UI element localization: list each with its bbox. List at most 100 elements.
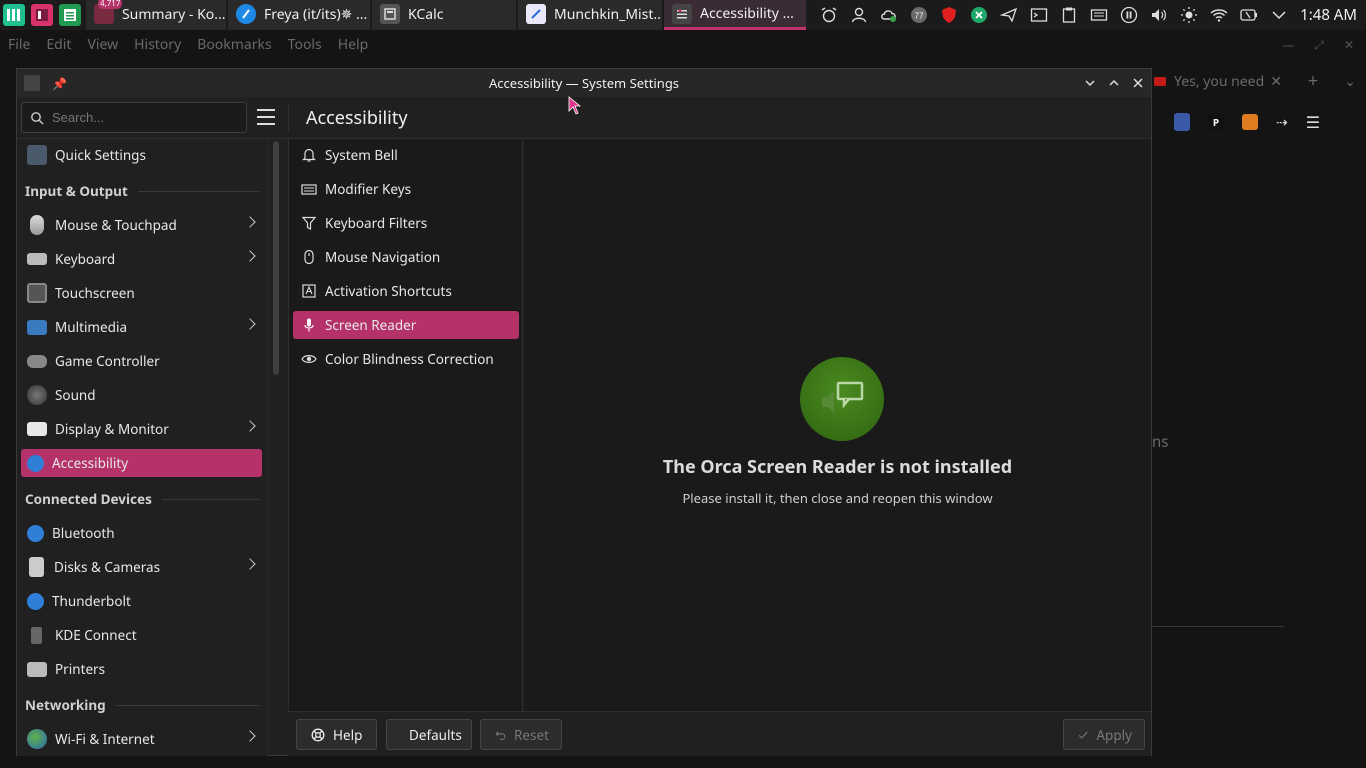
content-area: The Orca Screen Reader is not installed … bbox=[524, 139, 1151, 711]
sidebar-scrollbar[interactable] bbox=[273, 141, 279, 375]
kate-icon[interactable] bbox=[31, 4, 53, 26]
clipboard-icon[interactable] bbox=[1054, 0, 1084, 30]
alarm-icon[interactable] bbox=[814, 0, 844, 30]
sidebar-item-wifi-internet[interactable]: Wi-Fi & Internet bbox=[21, 725, 262, 753]
background-browser-tab[interactable]: Yes, you need ✕ + ⌄ bbox=[1152, 68, 1366, 94]
apply-label: Apply bbox=[1096, 725, 1132, 744]
minimize-icon[interactable] bbox=[1083, 76, 1097, 90]
sidebar-item-bluetooth[interactable]: Bluetooth bbox=[21, 519, 262, 547]
module-system-bell[interactable]: System Bell bbox=[293, 141, 519, 169]
terminal-icon[interactable] bbox=[1024, 0, 1054, 30]
clock[interactable]: 1:48 AM bbox=[1294, 5, 1366, 25]
task-summary[interactable]: 4,717 Summary - Ko... bbox=[86, 0, 226, 30]
sidebar-item-quick-settings[interactable]: Quick Settings bbox=[21, 141, 262, 169]
send-icon[interactable] bbox=[994, 0, 1024, 30]
eye-icon bbox=[301, 355, 317, 363]
spreadsheet-icon[interactable] bbox=[59, 4, 81, 26]
menu-history[interactable]: History bbox=[134, 35, 181, 54]
battery-icon[interactable] bbox=[1234, 0, 1264, 30]
titlebar[interactable]: 📌 Accessibility — System Settings bbox=[17, 69, 1151, 97]
hamburger-menu-icon[interactable]: ☰ bbox=[1306, 111, 1320, 133]
app-indicator-icon[interactable]: 77 bbox=[904, 0, 934, 30]
shield-icon[interactable] bbox=[934, 0, 964, 30]
keyboard-layout-icon[interactable] bbox=[1084, 0, 1114, 30]
module-modifier-keys[interactable]: Modifier Keys bbox=[293, 175, 519, 203]
app-launcher-icon[interactable] bbox=[3, 4, 25, 26]
sidebar-item-disks-cameras[interactable]: Disks & Cameras bbox=[21, 553, 262, 581]
bluetooth-icon bbox=[27, 524, 44, 542]
sidebar-item-printers[interactable]: Printers bbox=[21, 655, 262, 683]
menu-tools[interactable]: Tools bbox=[288, 35, 322, 54]
mail-icon: 4,717 bbox=[94, 0, 123, 24]
disk-icon bbox=[29, 557, 44, 577]
media-pause-icon[interactable] bbox=[1114, 0, 1144, 30]
restore-icon[interactable]: ⤢ bbox=[1314, 36, 1324, 53]
brightness-icon[interactable] bbox=[1174, 0, 1204, 30]
ublock-icon[interactable] bbox=[1174, 113, 1190, 131]
svg-text:77: 77 bbox=[915, 12, 924, 21]
menu-help[interactable]: Help bbox=[338, 35, 369, 54]
menu-file[interactable]: File bbox=[8, 35, 30, 54]
tab-list-icon[interactable]: ⌄ bbox=[1344, 72, 1356, 91]
module-color-blindness-correction[interactable]: Color Blindness Correction bbox=[293, 345, 519, 373]
rss-icon[interactable] bbox=[1242, 114, 1258, 130]
window-controls bbox=[1083, 69, 1145, 97]
module-screen-reader[interactable]: Screen Reader bbox=[293, 311, 519, 339]
menu-view[interactable]: View bbox=[87, 35, 118, 54]
wifi-icon[interactable] bbox=[1204, 0, 1234, 30]
sidebar-item-label: Thunderbolt bbox=[52, 592, 131, 610]
system-tray: 77 1:48 AM bbox=[814, 0, 1366, 30]
sidebar-item-label: Touchscreen bbox=[55, 284, 135, 302]
search-input[interactable] bbox=[52, 110, 232, 125]
help-button[interactable]: Help bbox=[296, 719, 377, 750]
section-heading-connected-devices: Connected Devices bbox=[25, 489, 259, 509]
reset-button[interactable]: Reset bbox=[480, 719, 562, 750]
new-tab-icon[interactable]: + bbox=[1308, 69, 1318, 93]
module-mouse-navigation[interactable]: Mouse Navigation bbox=[293, 243, 519, 271]
sidebar-item-touchscreen[interactable]: Touchscreen bbox=[21, 279, 262, 307]
close-icon[interactable] bbox=[1131, 76, 1145, 90]
maximize-icon[interactable] bbox=[1107, 76, 1121, 90]
defaults-button[interactable]: Defaults bbox=[386, 719, 472, 750]
sidebar-item-multimedia[interactable]: Multimedia bbox=[21, 313, 262, 341]
footer-bar: Help Defaults Reset Apply bbox=[288, 711, 1151, 756]
sidebar-item-keyboard[interactable]: Keyboard bbox=[21, 245, 262, 273]
close-icon[interactable]: ✕ bbox=[1344, 36, 1354, 53]
menu-bookmarks[interactable]: Bookmarks bbox=[197, 35, 271, 54]
sidebar-item-label: Display & Monitor bbox=[55, 420, 169, 438]
page-title: Accessibility bbox=[306, 106, 408, 130]
pocket-icon[interactable]: P bbox=[1208, 114, 1224, 130]
undo-icon bbox=[495, 730, 506, 740]
menu-edit[interactable]: Edit bbox=[46, 35, 71, 54]
chevron-down-icon[interactable] bbox=[1264, 0, 1294, 30]
module-label: System Bell bbox=[325, 146, 398, 164]
cloud-sync-icon[interactable] bbox=[874, 0, 904, 30]
share-icon[interactable]: ⇢ bbox=[1276, 113, 1288, 132]
task-munchkin[interactable]: Munchkin_Mist... bbox=[518, 0, 662, 30]
user-icon[interactable] bbox=[844, 0, 874, 30]
module-keyboard-filters[interactable]: Keyboard Filters bbox=[293, 209, 519, 237]
sidebar-item-sound[interactable]: Sound bbox=[21, 381, 262, 409]
tab-close-icon[interactable]: ✕ bbox=[1270, 72, 1282, 91]
sidebar-item-kde-connect[interactable]: KDE Connect bbox=[21, 621, 262, 649]
sidebar-item-display-monitor[interactable]: Display & Monitor bbox=[21, 415, 262, 443]
task-accessibility[interactable]: Accessibility ... bbox=[664, 0, 806, 30]
task-freya[interactable]: Freya (it/its)✵ ... bbox=[228, 0, 370, 30]
sidebar-item-label: Game Controller bbox=[55, 352, 160, 370]
module-activation-shortcuts[interactable]: Activation Shortcuts bbox=[293, 277, 519, 305]
apply-button[interactable]: Apply bbox=[1063, 719, 1145, 750]
minimize-icon[interactable]: — bbox=[1282, 36, 1294, 53]
sidebar-item-accessibility[interactable]: Accessibility bbox=[21, 449, 262, 477]
calculator-icon bbox=[380, 4, 400, 24]
sidebar-border bbox=[267, 139, 268, 756]
sidebar-item-mouse-touchpad[interactable]: Mouse & Touchpad bbox=[21, 211, 262, 239]
sidebar-item-thunderbolt[interactable]: Thunderbolt bbox=[21, 587, 262, 615]
sidebar-item-game-controller[interactable]: Game Controller bbox=[21, 347, 262, 375]
task-kcalc[interactable]: KCalc bbox=[372, 0, 516, 30]
hamburger-menu-icon[interactable] bbox=[257, 109, 275, 125]
reset-label: Reset bbox=[514, 725, 549, 744]
globe-icon bbox=[27, 729, 47, 749]
volume-icon[interactable] bbox=[1144, 0, 1174, 30]
update-icon[interactable] bbox=[964, 0, 994, 30]
search-box[interactable] bbox=[21, 102, 247, 133]
